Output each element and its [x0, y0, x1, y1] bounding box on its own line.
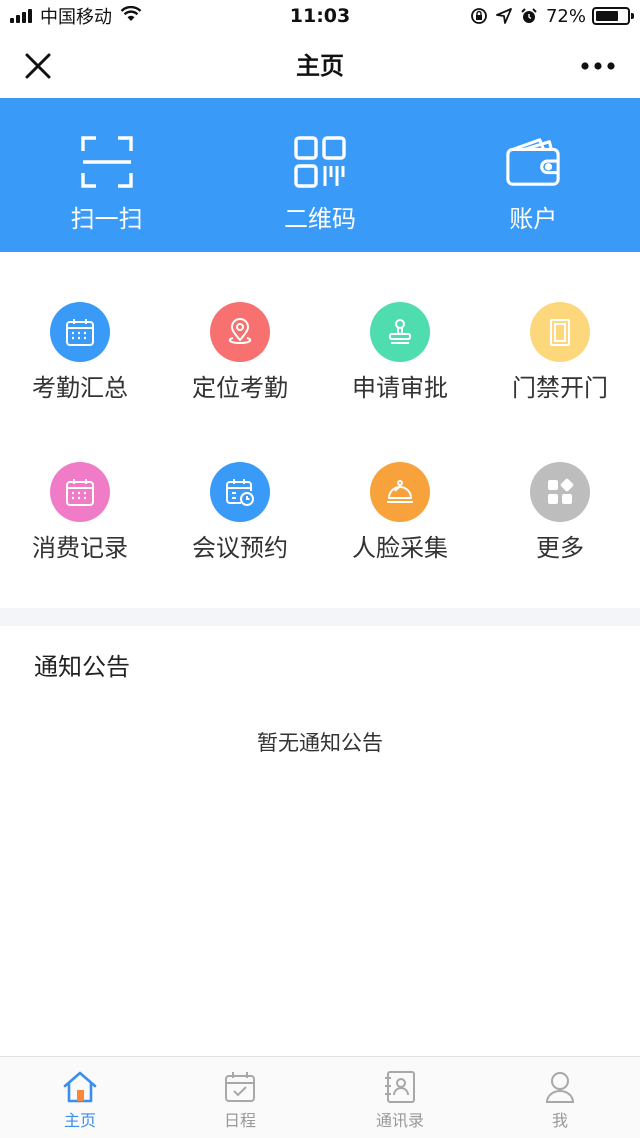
calendar-icon: [66, 479, 94, 506]
tab-label: 通讯录: [375, 1111, 424, 1130]
circle-bg: [210, 462, 270, 522]
page-title: 主页: [296, 52, 344, 80]
account-label: 账户: [509, 205, 558, 233]
scan-icon: [79, 134, 135, 190]
status-bar: 中国移动 11:03 72%: [0, 0, 640, 34]
nav-bar: 主页: [0, 34, 640, 98]
bell-icon: [387, 480, 413, 503]
meeting-booking-button[interactable]: 会议预约: [160, 462, 320, 622]
wallet-icon: [505, 134, 561, 190]
grid-label: 考勤汇总: [32, 374, 128, 402]
grid-label: 门禁开门: [512, 374, 608, 402]
calendar-check-icon: [220, 1067, 260, 1107]
tab-label: 我: [551, 1111, 568, 1130]
home-icon: [60, 1067, 100, 1107]
face-capture-button[interactable]: 人脸采集: [320, 462, 480, 622]
attendance-summary-button[interactable]: 考勤汇总: [0, 302, 160, 462]
apps-icon: [548, 478, 574, 504]
grid-label: 定位考勤: [192, 374, 288, 402]
tab-schedule[interactable]: 日程: [160, 1057, 320, 1138]
calendar-clock-icon: [226, 479, 254, 506]
circle-bg: [370, 462, 430, 522]
grid-label: 人脸采集: [352, 534, 448, 562]
more-button[interactable]: [576, 48, 620, 84]
tab-me[interactable]: 我: [480, 1057, 640, 1138]
scan-button[interactable]: 扫一扫: [0, 98, 213, 252]
notice-title: 通知公告: [34, 653, 130, 681]
grid-label: 申请审批: [352, 374, 448, 402]
location-arrow-icon: [496, 8, 512, 24]
more-icon: [581, 62, 615, 70]
close-button[interactable]: [20, 48, 56, 84]
location-attendance-button[interactable]: 定位考勤: [160, 302, 320, 462]
qr-code-label: 二维码: [283, 205, 356, 233]
qr-code-button[interactable]: 二维码: [213, 98, 426, 252]
consumption-record-button[interactable]: 消费记录: [0, 462, 160, 622]
notice-empty-text: 暂无通知公告: [257, 731, 383, 755]
door-icon: [550, 319, 570, 346]
tab-label: 日程: [223, 1111, 256, 1130]
alarm-icon: [520, 7, 538, 25]
location-icon: [228, 318, 252, 345]
tab-bar: 主页 日程 通讯录 我: [0, 1056, 640, 1138]
orientation-lock-icon: [470, 7, 488, 25]
application-approval-button[interactable]: 申请审批: [320, 302, 480, 462]
contacts-icon: [380, 1067, 420, 1107]
section-divider: [0, 608, 640, 626]
qr-code-icon: [292, 134, 348, 190]
circle-bg: [530, 302, 590, 362]
function-grid: 考勤汇总 定位考勤 申请审批 门禁开门 消费记录 会议预约 人脸采集 更多: [0, 252, 640, 608]
tab-label: 主页: [63, 1111, 96, 1130]
quick-actions-bar: 扫一扫 二维码 账户: [0, 98, 640, 252]
close-icon: [25, 53, 51, 79]
notice-section: 通知公告 暂无通知公告: [0, 626, 640, 1056]
circle-bg: [210, 302, 270, 362]
door-access-button[interactable]: 门禁开门: [480, 302, 640, 462]
circle-bg: [50, 302, 110, 362]
more-apps-button[interactable]: 更多: [480, 462, 640, 622]
grid-label: 会议预约: [192, 534, 288, 562]
account-button[interactable]: 账户: [427, 98, 640, 252]
grid-label: 更多: [536, 534, 584, 562]
tab-contacts[interactable]: 通讯录: [320, 1057, 480, 1138]
circle-bg: [530, 462, 590, 522]
calendar-icon: [66, 319, 94, 346]
grid-label: 消费记录: [32, 534, 128, 562]
circle-bg: [50, 462, 110, 522]
user-icon: [540, 1067, 580, 1107]
circle-bg: [370, 302, 430, 362]
battery-percent: 72%: [545, 5, 586, 27]
scan-label: 扫一扫: [70, 205, 143, 233]
battery-icon: [592, 7, 634, 25]
stamp-icon: [389, 319, 411, 344]
tab-home[interactable]: 主页: [0, 1057, 160, 1138]
